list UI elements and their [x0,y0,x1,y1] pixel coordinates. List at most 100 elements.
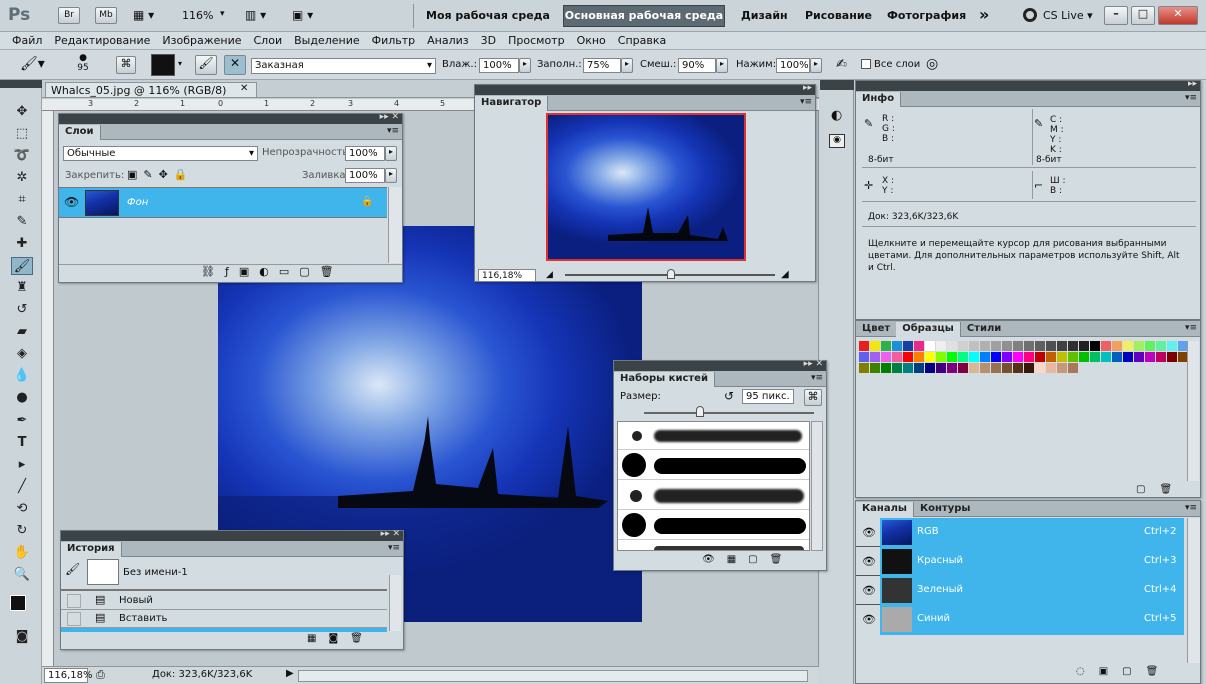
swatch[interactable] [1002,341,1012,351]
layers-scrollbar[interactable] [388,187,402,263]
swatch[interactable] [1112,352,1122,362]
flow-dropdown[interactable]: ▸ [810,58,822,73]
swatch[interactable] [969,363,979,373]
close-document-icon[interactable]: ✕ [240,83,248,94]
swatch[interactable] [1046,341,1056,351]
lasso-tool-icon[interactable]: ➰ [11,147,33,165]
tab-swatches[interactable]: Образцы [896,322,961,337]
brush-preset-item[interactable] [618,540,809,550]
swatch[interactable] [1013,341,1023,351]
chevron-down-icon[interactable]: ▾ [220,9,225,19]
opacity-field[interactable]: 100% [345,146,385,161]
clone-stamp-tool-icon[interactable]: ♜ [11,279,33,297]
menu-file[interactable]: Файл [6,32,48,49]
workspace-painting[interactable]: Рисование [805,9,872,22]
swatch[interactable] [903,352,913,362]
hand-tool-icon[interactable]: ✋ [11,544,33,562]
swatch[interactable] [870,363,880,373]
load-field[interactable]: 75% [583,58,621,73]
adjustments-icon[interactable]: ◐ [831,108,842,123]
eye-icon[interactable]: 👁 [64,195,79,209]
swatches-footer-icons[interactable]: ▢🗑 [1136,484,1186,495]
swatch[interactable] [1013,352,1023,362]
view-extras-icon[interactable]: ▦ ▾ [133,8,163,24]
swatch[interactable] [859,352,869,362]
history-brush-tool-icon[interactable]: ↺ [11,301,33,319]
swatch[interactable] [1145,352,1155,362]
blur-tool-icon[interactable]: 💧 [11,367,33,385]
load-dropdown[interactable]: ▸ [621,58,633,73]
dodge-tool-icon[interactable]: ● [11,389,33,407]
maximize-button[interactable]: □ [1131,6,1155,25]
navigator-zoom-field[interactable]: 116,18% [478,269,536,282]
menu-window[interactable]: Окно [571,32,612,49]
workspace-my[interactable]: Моя рабочая среда [426,9,550,22]
swatch[interactable] [1079,352,1089,362]
brush-panel-toggle-icon[interactable]: ⌘ [116,56,136,74]
brush-preset-item[interactable] [618,510,809,540]
swatch[interactable] [1134,352,1144,362]
swatch[interactable] [980,341,990,351]
mixer-brush-tool-icon[interactable]: 🖌 [11,257,33,275]
swatch-grid[interactable] [859,341,1189,401]
workspace-photography[interactable]: Фотография [887,9,966,22]
magic-wand-tool-icon[interactable]: ✲ [11,169,33,187]
zoom-tool-icon[interactable]: 🔍 [11,566,33,584]
brush-preset-item[interactable] [618,422,809,450]
swatch[interactable] [881,341,891,351]
swatch[interactable] [1024,363,1034,373]
panel-collapse-icon[interactable]: ▸▸ [1188,79,1197,89]
swatch[interactable] [1068,341,1078,351]
masks-icon[interactable]: ◉ [829,134,845,148]
swatch[interactable] [1057,341,1067,351]
swatch[interactable] [1156,341,1166,351]
tab-channels[interactable]: Каналы [856,502,914,517]
swatch[interactable] [958,341,968,351]
swatch[interactable] [1068,352,1078,362]
layer-row[interactable]: 👁 Фон 🔒 [59,187,387,218]
history-item[interactable]: ▤ Новый [61,592,387,610]
brush-preset-item[interactable] [618,450,809,480]
panel-menu-icon[interactable]: ▾≡ [800,97,812,107]
panel-menu-icon[interactable]: ▾≡ [387,126,399,136]
blend-mode-select[interactable]: Обычные ▾ [63,146,258,161]
swatch[interactable] [859,363,869,373]
pen-tool-icon[interactable]: ✒ [11,412,33,430]
swatch[interactable] [892,341,902,351]
eye-icon[interactable]: 👁 [862,526,876,539]
sample-all-layers-checkbox[interactable] [861,59,871,69]
swatch[interactable] [1013,363,1023,373]
swatch[interactable] [936,352,946,362]
swatch[interactable] [881,363,891,373]
swatch[interactable] [1068,363,1078,373]
3d-orbit-tool-icon[interactable]: ↻ [11,522,33,540]
snapshot-name[interactable]: Без имени-1 [123,567,188,578]
swatch[interactable] [903,363,913,373]
healing-brush-tool-icon[interactable]: ✚ [11,235,33,253]
swatch[interactable] [947,363,957,373]
swatch[interactable] [991,341,1001,351]
line-tool-icon[interactable]: ╱ [11,478,33,496]
screen-mode-icon[interactable]: ▣ ▾ [292,8,313,22]
swatch[interactable] [870,352,880,362]
load-brush-icon[interactable]: 🖌 [195,55,217,75]
fill-dropdown[interactable]: ▸ [385,168,397,183]
brush-presets-scrollbar[interactable] [811,421,823,551]
bridge-button[interactable]: Br [58,7,80,24]
status-menu-arrow-icon[interactable]: ▶ [286,668,294,679]
swatch[interactable] [881,352,891,362]
swatch[interactable] [925,352,935,362]
swatch[interactable] [1057,352,1067,362]
history-brush-source-icon[interactable]: 🖌 [65,562,80,576]
tab-paths[interactable]: Контуры [914,502,976,517]
tablet-pressure-icon[interactable]: ◎ [926,56,938,72]
swatch[interactable] [1079,341,1089,351]
swatch[interactable] [914,341,924,351]
brush-presets-list[interactable] [617,421,810,551]
swatch[interactable] [1123,352,1133,362]
arrange-documents-icon[interactable]: ▥ ▾ [245,8,266,22]
panel-collapse-icon[interactable]: ▸▸ ✕ [804,359,823,369]
channel-row-green[interactable]: 👁 Зеленый Ctrl+4 [856,576,1184,605]
fill-field[interactable]: 100% [345,168,385,183]
menu-edit[interactable]: Редактирование [48,32,156,49]
